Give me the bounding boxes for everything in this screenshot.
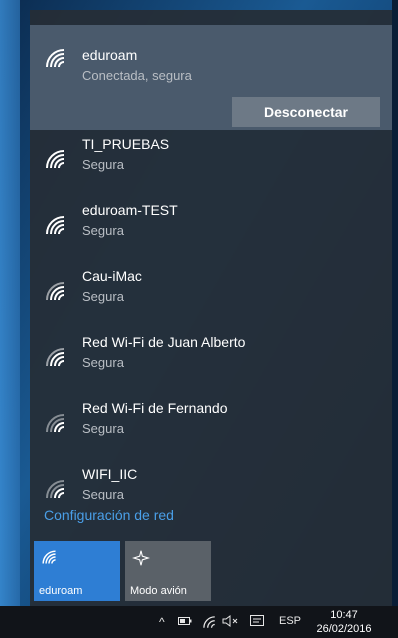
airplane-tile-label: Modo avión [130,585,187,597]
wifi-signal-icon [44,47,66,69]
airplane-mode-tile[interactable]: Modo avión [125,541,211,601]
network-name: Red Wi-Fi de Fernando [82,400,228,416]
network-status: Segura [82,157,124,172]
connected-network-item[interactable]: eduroam Conectada, segura Desconectar [30,25,392,130]
wifi-signal-icon [44,280,66,302]
wifi-signal-icon [44,214,66,236]
network-status: Segura [82,289,124,304]
network-name: Red Wi-Fi de Juan Alberto [82,334,246,350]
wifi-signal-icon [44,346,66,368]
network-list-item[interactable]: Cau-iMac Segura [30,262,392,328]
network-tray-icon[interactable] [202,615,216,632]
clock[interactable]: 10:47 26/02/2016 [314,608,374,636]
network-name: Cau-iMac [82,268,142,284]
network-status: Segura [82,487,124,500]
wifi-tile-label: eduroam [39,585,83,597]
network-status: Segura [82,355,124,370]
clock-time: 10:47 [330,609,358,621]
wifi-signal-icon [44,148,66,170]
connected-network-status: Conectada, segura [82,68,192,83]
volume-muted-icon[interactable] [222,615,238,630]
network-name: TI_PRUEBAS [82,136,170,152]
action-center-icon[interactable] [250,615,264,631]
network-settings-link[interactable]: Configuración de red [44,507,174,523]
network-flyout: eduroam Conectada, segura Desconectar TI… [30,10,392,606]
taskbar: ^ ESP 10:47 26/02/2016 [0,606,398,638]
desktop-edge [392,0,398,638]
clock-date: 26/02/2016 [316,623,372,635]
airplane-icon [131,549,151,572]
network-status: Segura [82,421,124,436]
network-list-item[interactable]: eduroam-TEST Segura [30,196,392,262]
wifi-quick-action-tile[interactable]: eduroam [34,541,120,601]
battery-icon[interactable] [178,615,192,629]
network-list-item[interactable]: WIFI_IIC Segura [30,460,392,500]
network-name: eduroam-TEST [82,202,178,218]
wifi-signal-icon [44,478,66,500]
network-name: WIFI_IIC [82,466,138,482]
language-indicator[interactable]: ESP [279,615,301,627]
network-list-item[interactable]: Red Wi-Fi de Fernando Segura [30,394,392,460]
show-hidden-icons-chevron-up-icon[interactable]: ^ [159,615,165,629]
network-list-item[interactable]: Red Wi-Fi de Juan Alberto Segura [30,328,392,394]
disconnect-button[interactable]: Desconectar [232,97,380,127]
network-list-item[interactable]: TI_PRUEBAS Segura [30,130,392,196]
connected-network-name: eduroam [82,47,138,63]
wifi-icon [41,549,57,570]
network-status: Segura [82,223,124,238]
wifi-signal-icon [44,412,66,434]
